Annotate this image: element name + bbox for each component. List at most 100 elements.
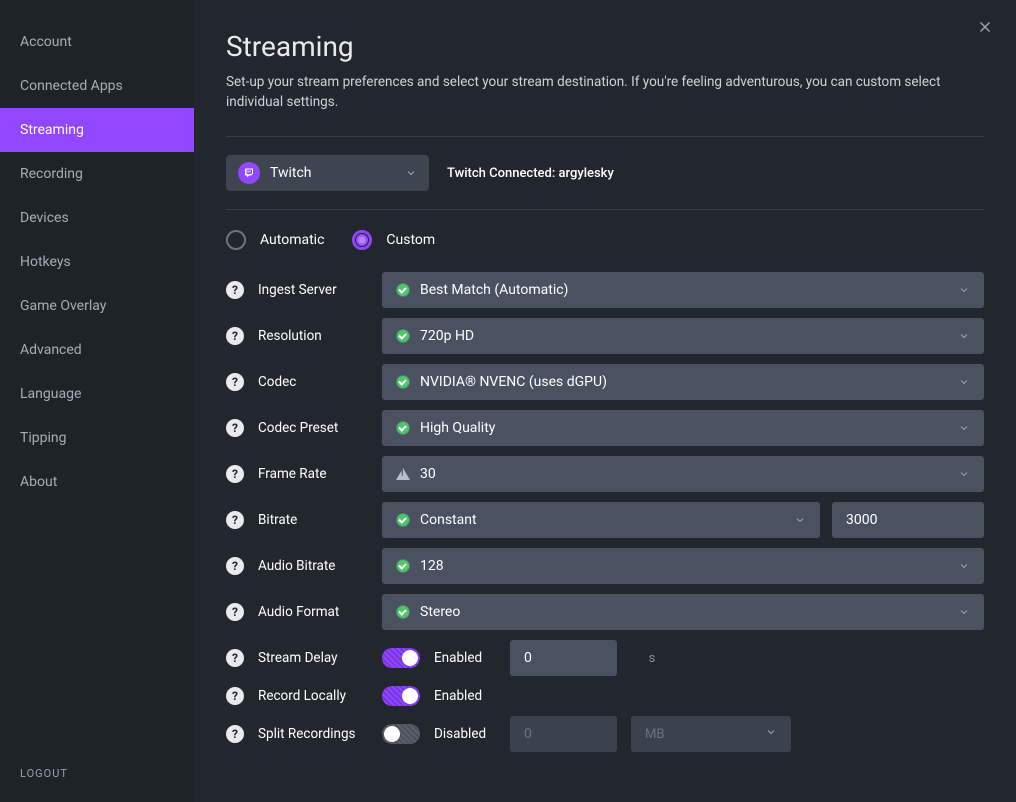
row-codec: ? Codec NVIDIA® NVENC (uses dGPU) [226, 364, 984, 400]
page-title: Streaming [226, 30, 984, 63]
toggle-split-label: Disabled [434, 726, 496, 742]
select-preset[interactable]: High Quality [382, 410, 984, 446]
value-audio-bitrate: 128 [420, 558, 958, 574]
toggle-record-locally-label: Enabled [434, 688, 496, 704]
row-resolution: ? Resolution 720p HD [226, 318, 984, 354]
destination-row: Twitch Twitch Connected: argylesky [226, 137, 984, 209]
sidebar: Account Connected Apps Streaming Recordi… [0, 0, 194, 802]
input-split-value: 0 [510, 716, 617, 752]
close-icon[interactable] [976, 18, 996, 38]
select-audio-format[interactable]: Stereo [382, 594, 984, 630]
row-framerate: ? Frame Rate 30 [226, 456, 984, 492]
label-split: Split Recordings [258, 726, 368, 742]
value-preset: High Quality [420, 420, 958, 436]
help-icon[interactable]: ? [226, 373, 244, 391]
delay-unit: s [631, 640, 673, 676]
row-delay: ? Stream Delay Enabled 0 s [226, 640, 984, 676]
check-icon [396, 283, 410, 297]
chevron-down-icon [958, 557, 970, 576]
chevron-down-icon [958, 603, 970, 622]
radio-custom[interactable] [352, 230, 372, 250]
chevron-down-icon [958, 281, 970, 300]
logout-button[interactable]: LOGOUT [0, 745, 194, 802]
select-split-unit: MB [631, 716, 791, 752]
destination-select[interactable]: Twitch [226, 155, 429, 191]
destination-label: Twitch [270, 165, 405, 181]
connected-status: Twitch Connected: argylesky [447, 166, 614, 181]
select-ingest[interactable]: Best Match (Automatic) [382, 272, 984, 308]
toggle-split[interactable] [382, 724, 420, 744]
help-icon[interactable]: ? [226, 649, 244, 667]
value-ingest: Best Match (Automatic) [420, 282, 958, 298]
label-preset: Codec Preset [258, 420, 368, 436]
value-framerate: 30 [420, 466, 958, 482]
check-icon [396, 375, 410, 389]
help-icon[interactable]: ? [226, 603, 244, 621]
check-icon [396, 559, 410, 573]
radio-automatic[interactable] [226, 230, 246, 250]
row-record-locally: ? Record Locally Enabled [226, 686, 984, 706]
select-codec[interactable]: NVIDIA® NVENC (uses dGPU) [382, 364, 984, 400]
select-audio-bitrate[interactable]: 128 [382, 548, 984, 584]
chevron-down-icon [958, 327, 970, 346]
sidebar-item-hotkeys[interactable]: Hotkeys [0, 240, 194, 284]
sidebar-item-devices[interactable]: Devices [0, 196, 194, 240]
row-audio-format: ? Audio Format Stereo [226, 594, 984, 630]
check-icon [396, 605, 410, 619]
check-icon [396, 329, 410, 343]
chevron-down-icon [794, 511, 806, 530]
row-bitrate: ? Bitrate Constant 3000 [226, 502, 984, 538]
value-codec: NVIDIA® NVENC (uses dGPU) [420, 374, 958, 390]
label-audio-bitrate: Audio Bitrate [258, 558, 368, 574]
help-icon[interactable]: ? [226, 327, 244, 345]
warning-icon [396, 468, 410, 480]
chevron-down-icon [958, 373, 970, 392]
help-icon[interactable]: ? [226, 419, 244, 437]
label-delay: Stream Delay [258, 650, 368, 666]
help-icon[interactable]: ? [226, 725, 244, 743]
label-framerate: Frame Rate [258, 466, 368, 482]
label-record-locally: Record Locally [258, 688, 368, 704]
sidebar-item-recording[interactable]: Recording [0, 152, 194, 196]
check-icon [396, 421, 410, 435]
sidebar-item-tipping[interactable]: Tipping [0, 416, 194, 460]
input-delay-value[interactable]: 0 [510, 640, 617, 676]
help-icon[interactable]: ? [226, 465, 244, 483]
label-codec: Codec [258, 374, 368, 390]
help-icon[interactable]: ? [226, 281, 244, 299]
sidebar-item-language[interactable]: Language [0, 372, 194, 416]
value-audio-format: Stereo [420, 604, 958, 620]
select-bitrate-mode[interactable]: Constant [382, 502, 820, 538]
sidebar-item-account[interactable]: Account [0, 20, 194, 64]
toggle-delay-label: Enabled [434, 650, 496, 666]
select-framerate[interactable]: 30 [382, 456, 984, 492]
chevron-down-icon [765, 726, 777, 742]
label-resolution: Resolution [258, 328, 368, 344]
main-panel: Streaming Set-up your stream preferences… [194, 0, 1016, 802]
row-audio-bitrate: ? Audio Bitrate 128 [226, 548, 984, 584]
help-icon[interactable]: ? [226, 557, 244, 575]
sidebar-item-about[interactable]: About [0, 460, 194, 504]
chevron-down-icon [958, 419, 970, 438]
label-audio-format: Audio Format [258, 604, 368, 620]
select-resolution[interactable]: 720p HD [382, 318, 984, 354]
value-resolution: 720p HD [420, 328, 958, 344]
toggle-delay[interactable] [382, 648, 420, 668]
input-bitrate-value[interactable]: 3000 [832, 502, 984, 538]
chevron-down-icon [958, 465, 970, 484]
sidebar-item-advanced[interactable]: Advanced [0, 328, 194, 372]
toggle-record-locally[interactable] [382, 686, 420, 706]
radio-automatic-label: Automatic [260, 232, 324, 248]
sidebar-item-streaming[interactable]: Streaming [0, 108, 194, 152]
help-icon[interactable]: ? [226, 511, 244, 529]
help-icon[interactable]: ? [226, 687, 244, 705]
sidebar-item-connected-apps[interactable]: Connected Apps [0, 64, 194, 108]
row-split: ? Split Recordings Disabled 0 MB [226, 716, 984, 752]
value-split-unit: MB [645, 727, 765, 742]
radio-custom-label: Custom [386, 232, 435, 248]
page-subtitle: Set-up your stream preferences and selec… [226, 73, 984, 112]
mode-row: Automatic Custom [226, 210, 984, 272]
chevron-down-icon [405, 164, 417, 183]
sidebar-item-game-overlay[interactable]: Game Overlay [0, 284, 194, 328]
label-ingest: Ingest Server [258, 282, 368, 298]
